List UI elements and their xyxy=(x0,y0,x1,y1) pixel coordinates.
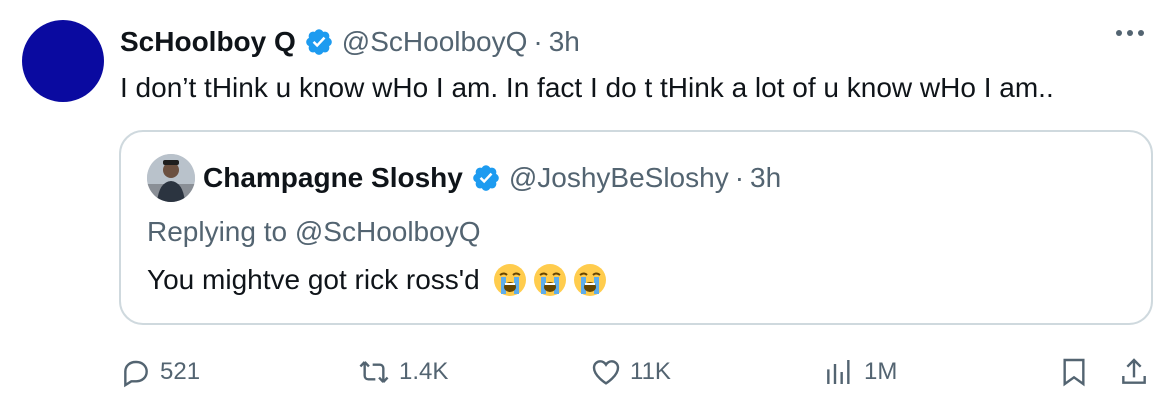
quoted-author-avatar[interactable] xyxy=(147,154,195,202)
like-icon xyxy=(592,360,620,385)
bookmark-button[interactable] xyxy=(1058,350,1090,394)
quoted-tweet[interactable]: Champagne Sloshy @JoshyBeSloshy · 3h Rep… xyxy=(119,130,1153,325)
action-bar: 521 1.4K 11K 1M xyxy=(0,350,1164,394)
repost-button[interactable]: 1.4K xyxy=(357,350,448,394)
reply-button[interactable]: 521 xyxy=(120,350,200,394)
view-count: 1M xyxy=(864,358,898,385)
share-button[interactable] xyxy=(1118,350,1150,394)
author-name[interactable]: ScHoolboy Q xyxy=(120,26,296,58)
verified-badge-icon[interactable] xyxy=(304,27,334,57)
author-handle[interactable]: @ScHoolboyQ xyxy=(342,26,528,58)
bookmark-icon xyxy=(1063,358,1085,387)
views-icon xyxy=(827,360,850,384)
emoji-group xyxy=(492,262,608,298)
tweet-text: I don’t tHink u know wHo I am. In fact I… xyxy=(120,72,1054,103)
quoted-tweet-text: You mightve got rick ross'd xyxy=(147,262,608,298)
share-icon xyxy=(1122,358,1146,384)
separator-dot: · xyxy=(533,26,543,57)
tweet-header: ScHoolboy Q @ScHoolboyQ · 3h xyxy=(120,24,580,60)
loudly-crying-face-icon xyxy=(493,264,526,296)
more-icon[interactable] xyxy=(1116,30,1144,36)
like-button[interactable]: 11K xyxy=(590,350,671,394)
quoted-author-handle[interactable]: @JoshyBeSloshy xyxy=(509,162,729,194)
replying-to-handle[interactable]: @ScHoolboyQ xyxy=(295,216,481,247)
repost-count: 1.4K xyxy=(399,358,449,385)
reply-icon xyxy=(124,360,148,388)
quoted-author-name[interactable]: Champagne Sloshy xyxy=(203,162,463,194)
like-count: 11K xyxy=(630,358,671,385)
tweet-timestamp[interactable]: 3h xyxy=(549,26,580,58)
replying-to: Replying to @ScHoolboyQ xyxy=(147,216,480,248)
quoted-tweet-timestamp[interactable]: 3h xyxy=(750,162,781,194)
loudly-crying-face-icon xyxy=(573,264,606,296)
quoted-tweet-body: You mightve got rick ross'd xyxy=(147,264,480,295)
reply-count: 521 xyxy=(160,358,201,385)
repost-icon xyxy=(359,361,389,383)
separator-dot: · xyxy=(734,162,745,193)
replying-to-label: Replying to xyxy=(147,216,288,247)
views-button[interactable]: 1M xyxy=(822,350,897,394)
quoted-tweet-header: Champagne Sloshy @JoshyBeSloshy · 3h xyxy=(203,160,781,196)
loudly-crying-face-icon xyxy=(533,264,566,296)
author-avatar[interactable] xyxy=(22,20,104,102)
verified-badge-icon[interactable] xyxy=(471,163,501,193)
